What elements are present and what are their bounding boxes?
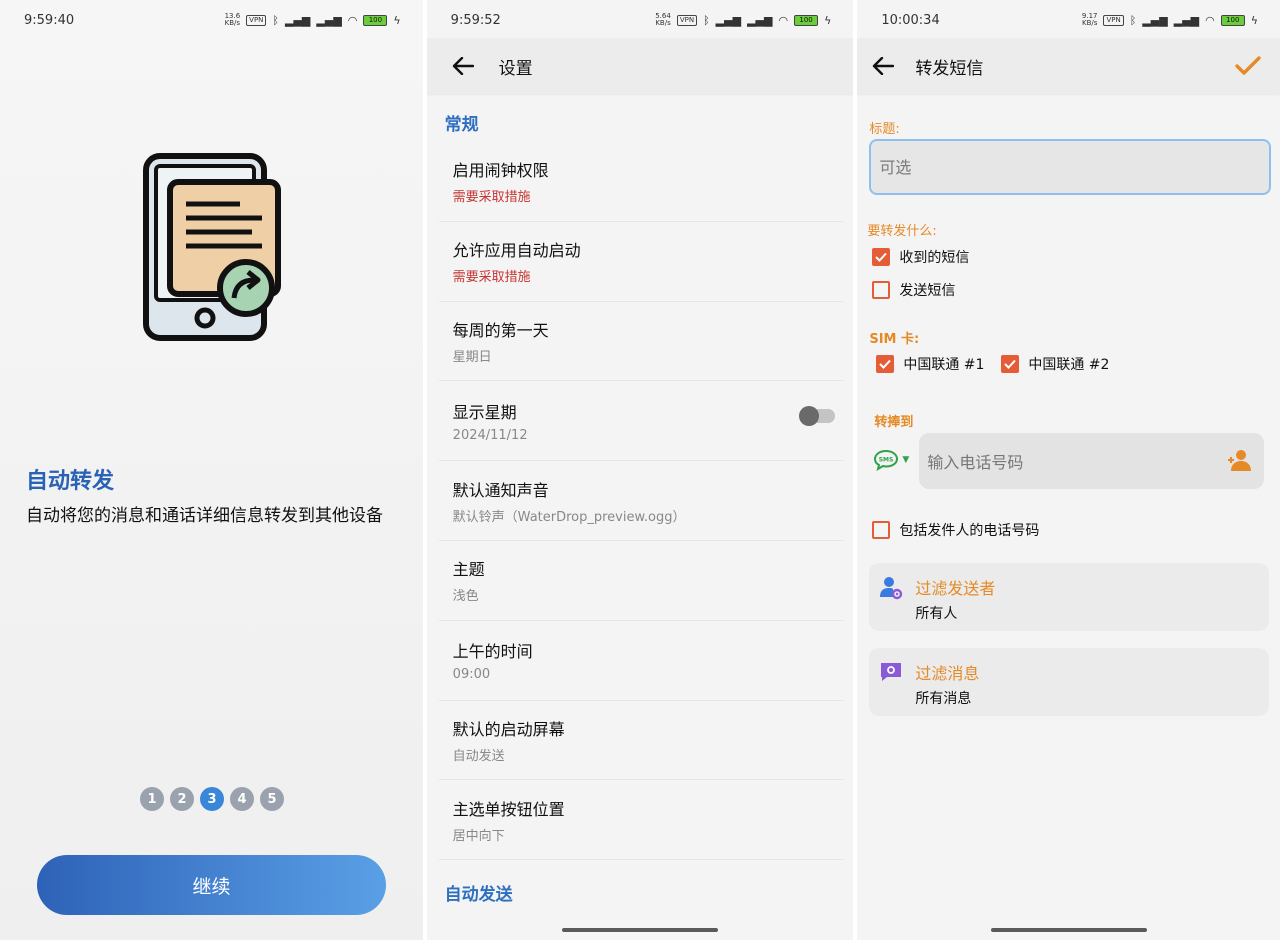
show-weekday-toggle[interactable] xyxy=(798,406,835,427)
warning-text: 需要采取措施 xyxy=(452,190,531,206)
wifi-icon: ◠ xyxy=(347,13,358,27)
sim1-option[interactable]: 中国联通 #1 xyxy=(876,354,984,374)
section-header-general: 常规 xyxy=(444,115,479,135)
network-speed: 13.6 KB/s xyxy=(224,12,241,27)
warning-text: 需要采取措施 xyxy=(452,270,531,286)
wifi-icon: ◠ xyxy=(778,13,789,27)
forward-what-label: 要转发什么: xyxy=(867,224,937,239)
page-title: 设置 xyxy=(498,58,533,79)
status-bar: 10:00:34 9.17 KB/s VPN ᛒ ▂▄▆ ▂▄▆ ◠ 100 ϟ xyxy=(857,0,1280,40)
continue-button[interactable]: 继续 xyxy=(37,855,386,915)
include-sender-option[interactable]: 包括发件人的电话号码 xyxy=(872,520,1039,540)
step-dot[interactable]: 5 xyxy=(260,787,284,811)
bluetooth-icon: ᛒ xyxy=(272,13,280,27)
setting-notification-sound[interactable]: 默认通知声音 默认铃声（WaterDrop_preview.ogg） xyxy=(438,461,843,541)
section-header-autosend: 自动发送 xyxy=(444,885,513,905)
setting-theme[interactable]: 主题 浅色 xyxy=(438,541,843,621)
feature-title: 自动转发 xyxy=(26,469,115,494)
vpn-icon: VPN xyxy=(676,14,698,26)
back-arrow-icon[interactable] xyxy=(859,42,907,90)
status-bar: 9:59:52 5.64 KB/s VPN ᛒ ▂▄▆ ▂▄▆ ◠ 100 ϟ xyxy=(427,0,854,40)
filter-message-title: 过滤消息 xyxy=(915,664,980,683)
status-time: 9:59:40 xyxy=(24,12,75,28)
setting-default-start-screen[interactable]: 默认的启动屏幕 自动发送 xyxy=(438,701,843,781)
received-sms-option[interactable]: 收到的短信 xyxy=(872,247,969,267)
sim2-checkbox[interactable] xyxy=(1001,355,1020,373)
settings-list: 启用闹钟权限 需要采取措施 允许应用自动启动 需要采取措施 每周的第一天 星期日… xyxy=(438,142,843,861)
phone-number-placeholder: 输入电话号码 xyxy=(927,453,1024,472)
setting-autostart[interactable]: 允许应用自动启动 需要采取措施 xyxy=(438,222,843,302)
onboarding-screen: 9:59:40 13.6KB/s VPN ᛒ ▂▄▆ ▂▄▆ ◠ 100 ϟ xyxy=(0,0,423,940)
signal-icon-2: ▂▄▆ xyxy=(1173,13,1200,27)
chevron-down-icon: ▼ xyxy=(902,455,910,465)
forward-message-illustration-icon xyxy=(143,153,281,341)
page-title: 转发短信 xyxy=(915,58,984,79)
wifi-icon: ◠ xyxy=(1205,13,1215,27)
forward-to-label: 转捧到 xyxy=(874,415,914,430)
sms-icon: SMS xyxy=(874,449,899,471)
app-bar: 转发短信 xyxy=(857,38,1280,94)
step-dot[interactable]: 1 xyxy=(140,787,164,811)
sent-sms-option[interactable]: 发送短信 xyxy=(872,280,955,300)
bluetooth-icon: ᛒ xyxy=(703,13,710,27)
setting-morning-time[interactable]: 上午的时间 09:00 xyxy=(438,621,843,701)
sim-card-label: SIM 卡: xyxy=(869,332,920,347)
signal-icon-2: ▂▄▆ xyxy=(747,13,773,27)
toggle-knob xyxy=(798,406,819,427)
channel-selector[interactable]: SMS ▼ xyxy=(873,449,909,471)
step-dot-active[interactable]: 3 xyxy=(200,787,224,811)
title-input[interactable] xyxy=(869,139,1272,195)
signal-icon: ▂▄▆ xyxy=(1142,13,1168,27)
message-settings-icon xyxy=(881,663,902,681)
vpn-icon: VPN xyxy=(1103,14,1124,26)
step-indicator: 1 2 3 4 5 xyxy=(140,787,284,811)
filter-message-card[interactable]: 过滤消息 所有消息 xyxy=(869,648,1270,716)
charging-icon: ϟ xyxy=(824,13,832,27)
battery-icon: 100 xyxy=(1220,14,1245,26)
signal-icon: ▂▄▆ xyxy=(285,13,311,27)
status-time: 10:00:34 xyxy=(881,12,940,28)
filter-message-value: 所有消息 xyxy=(915,691,972,707)
charging-icon: ϟ xyxy=(1250,13,1258,27)
add-contact-icon[interactable] xyxy=(1226,447,1252,473)
status-bar: 9:59:40 13.6 KB/s VPN ᛒ ▂▄▆ ▂▄▆ ◠ 100 ϟ xyxy=(0,0,423,40)
settings-screen: 9:59:52 5.64 KB/s VPN ᛒ ▂▄▆ ▂▄▆ ◠ 100 ϟ 设… xyxy=(426,0,854,940)
save-check-icon[interactable] xyxy=(1226,44,1270,88)
sim1-checkbox[interactable] xyxy=(876,355,895,373)
feature-description: 自动将您的消息和通话详细信息转发到其他设备 xyxy=(26,506,383,526)
setting-show-weekday[interactable]: 显示星期 2024/11/12 xyxy=(438,381,843,462)
back-arrow-icon[interactable] xyxy=(439,42,487,90)
step-dot[interactable]: 2 xyxy=(170,787,194,811)
app-bar: 设置 xyxy=(426,38,854,94)
home-indicator[interactable] xyxy=(990,928,1147,932)
charging-icon: ϟ xyxy=(393,13,401,27)
signal-icon: ▂▄▆ xyxy=(715,13,742,27)
filter-sender-value: 所有人 xyxy=(915,606,958,622)
vpn-icon: VPN xyxy=(246,14,267,26)
status-time: 9:59:52 xyxy=(450,12,501,28)
received-sms-checkbox[interactable] xyxy=(872,248,891,266)
network-speed: 5.64 KB/s xyxy=(655,12,671,27)
battery-icon: 100 xyxy=(794,14,819,26)
network-speed: 9.17 KB/s xyxy=(1081,12,1098,27)
setting-first-day-of-week[interactable]: 每周的第一天 星期日 xyxy=(438,302,843,382)
forward-sms-screen: 10:00:34 9.17 KB/s VPN ᛒ ▂▄▆ ▂▄▆ ◠ 100 ϟ … xyxy=(857,0,1280,940)
title-label: 标题: xyxy=(869,122,900,137)
sim2-option[interactable]: 中国联通 #2 xyxy=(1001,354,1109,374)
battery-icon: 100 xyxy=(363,14,388,26)
setting-alarm-permission[interactable]: 启用闹钟权限 需要采取措施 xyxy=(438,142,843,222)
sent-sms-checkbox[interactable] xyxy=(872,281,891,299)
svg-text:SMS: SMS xyxy=(879,457,894,464)
user-settings-icon xyxy=(880,577,903,600)
phone-number-field[interactable]: 输入电话号码 xyxy=(919,433,1265,489)
home-indicator[interactable] xyxy=(562,928,718,932)
bluetooth-icon: ᛒ xyxy=(1129,13,1137,27)
signal-icon-2: ▂▄▆ xyxy=(316,13,342,27)
include-sender-checkbox[interactable] xyxy=(872,521,891,539)
filter-sender-card[interactable]: 过滤发送者 所有人 xyxy=(869,563,1270,631)
step-dot[interactable]: 4 xyxy=(230,787,254,811)
filter-sender-title: 过滤发送者 xyxy=(915,579,996,598)
setting-menu-button-position[interactable]: 主选单按钮位置 居中向下 xyxy=(438,780,843,861)
